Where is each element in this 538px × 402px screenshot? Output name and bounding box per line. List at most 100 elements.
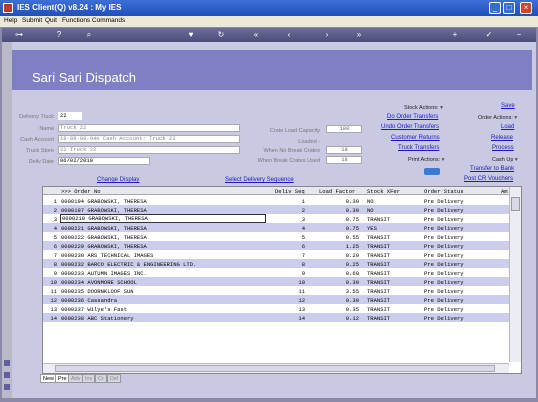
stock-xfer-cell[interactable]: TRANSIT — [367, 234, 390, 241]
row-number[interactable]: 3 — [45, 216, 57, 223]
order-status-cell[interactable]: Pre Delivery — [424, 252, 464, 259]
key-icon[interactable]: ⊶ — [10, 30, 28, 40]
order-cell[interactable]: 0000197 GRABOWSKI, THERESA — [61, 207, 147, 214]
vscroll-thumb[interactable] — [511, 197, 520, 211]
order-cell[interactable]: 0000235 DOORNKLOOF SUN — [61, 288, 134, 295]
deliv-seq-cell[interactable]: 5 — [279, 234, 305, 241]
row-number[interactable]: 8 — [45, 261, 57, 268]
order-status-cell[interactable]: Pre Delivery — [424, 198, 464, 205]
row-number[interactable]: 7 — [45, 252, 57, 259]
side-lock-icon[interactable] — [4, 372, 10, 378]
table-row[interactable]: 5 0000222 GRABOWSKI, THERESA 5 0.55 TRANSIT P… — [43, 232, 509, 241]
stock-xfer-cell[interactable]: TRANSIT — [367, 306, 390, 313]
crate-capacity-field[interactable]: 100 — [326, 125, 362, 133]
order-status-cell[interactable]: Pre Delivery — [424, 270, 464, 277]
do-order-transfers-link[interactable]: Do Order Transfers — [387, 114, 438, 120]
process-link[interactable]: Process — [492, 145, 514, 151]
order-status-cell[interactable]: Pre Delivery — [424, 234, 464, 241]
order-status-cell[interactable]: Pre Delivery — [424, 261, 464, 268]
minimize-button[interactable]: _ — [489, 2, 501, 14]
deliv-date-field[interactable]: 06/02/2010 — [58, 157, 150, 165]
table-row[interactable]: 12 0000236 Cassandra 12 0.30 TRANSIT Pre Deli… — [43, 295, 509, 304]
load-factor-cell[interactable]: 0.30 — [321, 297, 359, 304]
prev-icon[interactable]: ‹ — [284, 30, 294, 40]
row-number[interactable]: 9 — [45, 270, 57, 277]
next-icon[interactable]: › — [322, 30, 332, 40]
first-icon[interactable]: « — [251, 30, 261, 40]
select-delivery-sequence-link[interactable]: Select Delivery Sequence — [225, 177, 294, 183]
horizontal-scrollbar[interactable] — [43, 363, 509, 373]
order-cell[interactable]: 0000232 BARCO ELECTRIC & ENGINEERING LTD… — [61, 261, 196, 268]
post-cr-vouchers-link[interactable]: Post CR Vouchers — [464, 176, 513, 182]
deliv-seq-cell[interactable]: 6 — [279, 243, 305, 250]
col-order-status[interactable]: Order Status — [424, 188, 464, 195]
customer-returns-link[interactable]: Customer Returns — [391, 135, 440, 141]
stock-xfer-cell[interactable]: NO — [367, 198, 374, 205]
order-cell[interactable]: 0000234 AVONMORE SCHOOL — [61, 279, 137, 286]
check-icon[interactable]: ✓ — [484, 30, 494, 40]
load-factor-cell[interactable]: 0.12 — [321, 315, 359, 322]
table-row[interactable]: 7 0000230 ARS TECHNICAL IMAGES 7 0.20 TRANSI… — [43, 250, 509, 259]
deliv-seq-cell[interactable]: 1 — [279, 198, 305, 205]
hscroll-thumb[interactable] — [55, 365, 495, 372]
order-cell[interactable]: 0000230 ARS TECHNICAL IMAGES — [61, 252, 153, 259]
row-number[interactable]: 5 — [45, 234, 57, 241]
close-button[interactable]: × — [520, 2, 532, 14]
table-row[interactable]: 8 0000232 BARCO ELECTRIC & ENGINEERING LT… — [43, 259, 509, 268]
deliv-seq-cell[interactable]: 13 — [279, 306, 305, 313]
table-row[interactable]: 13 0000237 Wilye's Fast 13 0.35 TRANSIT Pre D… — [43, 304, 509, 313]
load-factor-cell[interactable]: 0.30 — [321, 198, 359, 205]
table-row[interactable]: 14 0000238 ABC Stationery 14 0.12 TRANSIT Pre… — [43, 313, 509, 322]
load-factor-cell[interactable]: 0.35 — [321, 306, 359, 313]
order-status-cell[interactable]: Pre Delivery — [424, 306, 464, 313]
stock-xfer-cell[interactable]: TRANSIT — [367, 243, 390, 250]
load-factor-cell[interactable]: 0.75 — [321, 216, 359, 223]
order-cell[interactable]: 0000222 GRABOWSKI, THERESA — [61, 234, 147, 241]
heart-icon[interactable]: ♥ — [186, 30, 196, 40]
order-cell[interactable]: 0000194 GRABOWSKI, THERESA — [61, 198, 147, 205]
change-display-link[interactable]: Change Display — [97, 177, 139, 183]
stock-xfer-cell[interactable]: TRANSIT — [367, 315, 390, 322]
load-link[interactable]: Load — [501, 124, 514, 130]
row-number[interactable]: 13 — [45, 306, 57, 313]
menu-help[interactable]: Help — [4, 17, 17, 24]
order-status-cell[interactable]: Pre Delivery — [424, 279, 464, 286]
row-number[interactable]: 4 — [45, 225, 57, 232]
release-link[interactable]: Release — [491, 135, 513, 141]
no-break-crates-field[interactable]: 18 — [326, 146, 362, 154]
order-cell[interactable]: 0000210 GRABOWSKI, THERESA — [60, 214, 266, 223]
table-row[interactable]: 3 0000210 GRABOWSKI, THERESA 3 0.75 TRANSIT P… — [43, 214, 509, 223]
col-order-no[interactable]: >>> Order No — [61, 188, 101, 195]
stock-xfer-cell[interactable]: TRANSIT — [367, 270, 390, 277]
col-amount[interactable]: Am — [501, 188, 508, 195]
row-number[interactable]: 6 — [45, 243, 57, 250]
tab-del[interactable]: Del — [107, 374, 122, 383]
deliv-seq-cell[interactable]: 7 — [279, 252, 305, 259]
menu-commands[interactable]: Commands — [92, 17, 125, 24]
name-field[interactable]: Truck 22 — [58, 124, 240, 132]
cancel-icon[interactable]: − — [514, 30, 524, 40]
deliv-seq-cell[interactable]: 10 — [279, 279, 305, 286]
row-number[interactable]: 10 — [45, 279, 57, 286]
deliv-seq-cell[interactable]: 3 — [279, 216, 305, 223]
search-icon[interactable]: ⌕ — [84, 30, 94, 40]
vertical-scrollbar[interactable] — [509, 187, 521, 362]
tab-cr[interactable]: Cr — [95, 374, 107, 383]
cash-account-field[interactable]: 18-08-00-04e Cash Account: Truck 22 — [58, 135, 240, 143]
side-info-icon[interactable] — [4, 360, 10, 366]
deliv-seq-cell[interactable]: 2 — [279, 207, 305, 214]
stock-xfer-cell[interactable]: TRANSIT — [367, 216, 390, 223]
row-number[interactable]: 11 — [45, 288, 57, 295]
order-cell[interactable]: 0000237 Wilye's Fast — [61, 306, 127, 313]
last-icon[interactable]: » — [354, 30, 364, 40]
delivery-truck-field[interactable]: 22 — [58, 112, 82, 120]
order-status-cell[interactable]: Pre Delivery — [424, 288, 464, 295]
stock-xfer-cell[interactable]: TRANSIT — [367, 252, 390, 259]
stock-xfer-cell[interactable]: TRANSIT — [367, 288, 390, 295]
load-factor-cell[interactable]: 1.25 — [321, 243, 359, 250]
order-status-cell[interactable]: Pre Delivery — [424, 207, 464, 214]
load-factor-cell[interactable]: 0.30 — [321, 279, 359, 286]
order-cell[interactable]: 0000229 GRABOWSKI, THERESA — [61, 243, 147, 250]
order-status-cell[interactable]: Pre Delivery — [424, 297, 464, 304]
order-cell[interactable]: 0000238 ABC Stationery — [61, 315, 134, 322]
